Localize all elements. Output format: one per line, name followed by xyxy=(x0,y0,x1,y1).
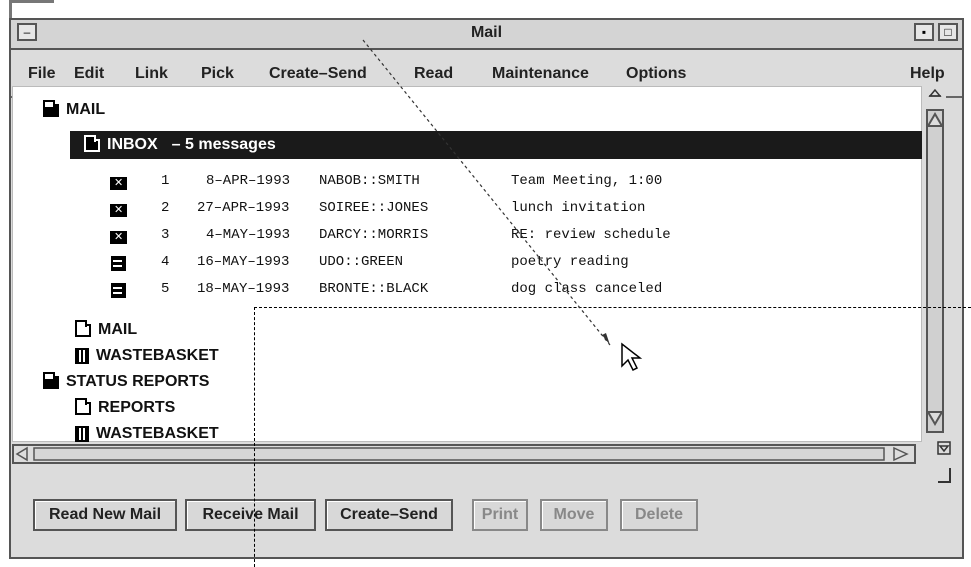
mouse-pointer-icon xyxy=(621,342,643,372)
drag-path-overlay xyxy=(362,39,643,372)
